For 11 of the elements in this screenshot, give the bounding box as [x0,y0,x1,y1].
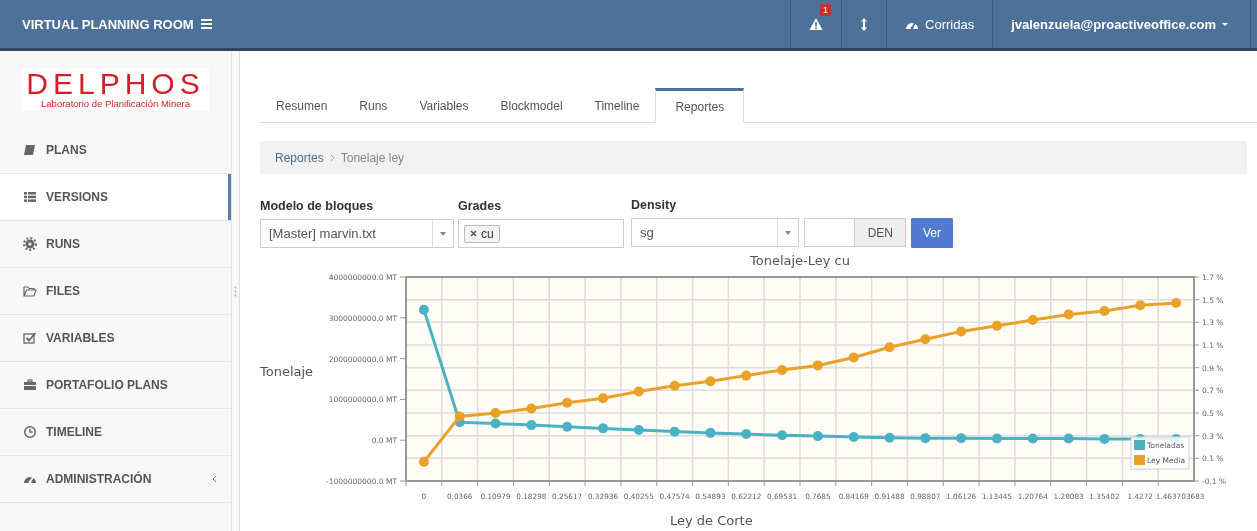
input-addon: DEN [854,218,906,247]
chart-title: Tonelaje-Ley cu [750,253,850,268]
delphos-logo: DELPHOS Laboratorio de Planificación Minera [22,67,209,111]
field-label: Grades [458,199,503,214]
y-axis-title: Tonelaje [260,364,314,379]
alert-count-badge: 1 [820,4,832,16]
field-label: Modelo de bloques [260,199,375,214]
x-axis-title: Ley de Corte [670,513,753,528]
breadcrumb-current: Tonelaje ley [340,150,405,165]
field-label: Density [631,198,678,213]
app-title: VIRTUAL PLANNING ROOM [22,16,194,32]
